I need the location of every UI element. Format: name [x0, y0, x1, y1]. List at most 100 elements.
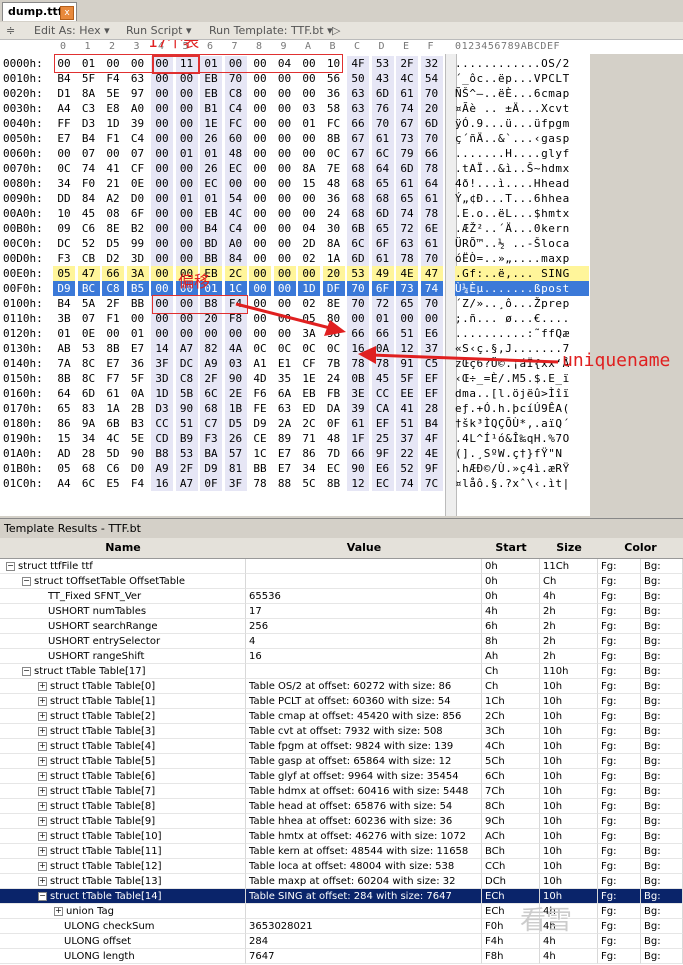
result-row[interactable]: USHORT numTables 17 4h 2h Fg: Bg: [0, 604, 683, 619]
result-name-text: struct tTable Table[1] [50, 696, 156, 707]
result-cell-name: + struct tTable Table[6] [0, 769, 246, 784]
result-cell-bg: Bg: [641, 559, 683, 574]
expand-icon[interactable]: + [38, 877, 47, 886]
run-play-icon[interactable]: ▷ [332, 24, 340, 37]
result-cell-fg: Fg: [598, 589, 641, 604]
result-cell-fg: Fg: [598, 904, 641, 919]
expand-icon[interactable]: + [38, 817, 47, 826]
result-cell-fg: Fg: [598, 859, 641, 874]
result-name-text: struct tTable Table[17] [34, 666, 146, 677]
collapse-icon[interactable]: − [22, 667, 31, 676]
result-cell-size: 10h [540, 679, 598, 694]
result-name-text: USHORT numTables [48, 606, 147, 617]
result-row[interactable]: ULONG checkSum 3653028021 F0h 4h Fg: Bg: [0, 919, 683, 934]
result-row[interactable]: + struct tTable Table[11] Table kern at of… [0, 844, 683, 859]
result-cell-fg: Fg: [598, 664, 641, 679]
result-row[interactable]: + struct tTable Table[2] Table cmap at off… [0, 709, 683, 724]
column-header-color[interactable]: Color [598, 538, 683, 559]
result-name-text: USHORT searchRange [48, 621, 158, 632]
result-row[interactable]: + struct tTable Table[13] Table maxp at of… [0, 874, 683, 889]
result-row[interactable]: + union Tag ECh 4h Fg: Bg: [0, 904, 683, 919]
result-cell-name: − struct tTable Table[14] [0, 889, 246, 904]
result-row[interactable]: + struct tTable Table[4] Table fpgm at off… [0, 739, 683, 754]
result-row[interactable]: + struct tTable Table[10] Table hmtx at of… [0, 829, 683, 844]
result-cell-start: CCh [482, 859, 540, 874]
result-cell-name: + struct tTable Table[1] [0, 694, 246, 709]
collapse-icon[interactable]: − [38, 892, 47, 901]
column-header-name[interactable]: Name [0, 538, 247, 559]
result-row[interactable]: USHORT rangeShift 16 Ah 2h Fg: Bg: [0, 649, 683, 664]
expand-icon[interactable]: + [38, 727, 47, 736]
expand-icon[interactable]: + [38, 832, 47, 841]
result-row[interactable]: − struct tTable Table[17] Ch 110h Fg: Bg: [0, 664, 683, 679]
result-name-text: struct ttfFile ttf [18, 561, 93, 572]
collapse-icon[interactable]: ≑ [6, 24, 15, 37]
expand-icon[interactable]: + [54, 907, 63, 916]
result-row[interactable]: USHORT entrySelector 4 8h 2h Fg: Bg: [0, 634, 683, 649]
result-cell-size: 4h [540, 949, 598, 964]
expand-icon[interactable]: + [38, 862, 47, 871]
result-cell-value: Table hdmx at offset: 60416 with size: 5… [246, 784, 482, 799]
column-header-size[interactable]: Size [540, 538, 599, 559]
result-cell-size: 10h [540, 799, 598, 814]
result-row[interactable]: + struct tTable Table[0] Table OS/2 at off… [0, 679, 683, 694]
column-header-value[interactable]: Value [246, 538, 483, 559]
result-cell-value [246, 559, 482, 574]
result-cell-start: F8h [482, 949, 540, 964]
result-row[interactable]: + struct tTable Table[12] Table loca at of… [0, 859, 683, 874]
result-row[interactable]: + struct tTable Table[8] Table head at off… [0, 799, 683, 814]
expand-icon[interactable]: + [38, 847, 47, 856]
result-row[interactable]: USHORT searchRange 256 6h 2h Fg: Bg: [0, 619, 683, 634]
result-row[interactable]: ULONG offset 284 F4h 4h Fg: Bg: [0, 934, 683, 949]
result-cell-fg: Fg: [598, 604, 641, 619]
expand-icon[interactable]: + [38, 787, 47, 796]
expand-icon[interactable]: + [38, 802, 47, 811]
result-row[interactable]: − struct tOffsetTable OffsetTable 0h Ch Fg: B… [0, 574, 683, 589]
expand-icon[interactable]: + [38, 772, 47, 781]
result-cell-size: 2h [540, 649, 598, 664]
result-row[interactable]: − struct ttfFile ttf 0h 11Ch Fg: Bg: [0, 559, 683, 574]
result-cell-bg: Bg: [641, 649, 683, 664]
expand-icon[interactable]: + [38, 757, 47, 766]
expand-icon[interactable]: + [38, 697, 47, 706]
expand-icon[interactable]: + [38, 712, 47, 721]
result-row[interactable]: − struct tTable Table[14] Table SING at of… [0, 889, 683, 904]
result-cell-start: Ah [482, 649, 540, 664]
result-cell-value: Table head at offset: 65876 with size: 5… [246, 799, 482, 814]
result-cell-size: 10h [540, 874, 598, 889]
result-row[interactable]: + struct tTable Table[7] Table hdmx at off… [0, 784, 683, 799]
result-cell-fg: Fg: [598, 919, 641, 934]
result-cell-start: 8h [482, 634, 540, 649]
run-script-dropdown[interactable]: Run Script ▾ [126, 24, 192, 37]
expand-icon[interactable]: + [38, 682, 47, 691]
result-cell-value [246, 664, 482, 679]
result-row[interactable]: TT_Fixed SFNT_Ver 65536 0h 4h Fg: Bg: [0, 589, 683, 604]
result-cell-fg: Fg: [598, 769, 641, 784]
result-cell-value: Table fpgm at offset: 9824 with size: 13… [246, 739, 482, 754]
result-cell-name: ULONG checkSum [0, 919, 246, 934]
result-row[interactable]: + struct tTable Table[1] Table PCLT at off… [0, 694, 683, 709]
run-template-dropdown[interactable]: Run Template: TTF.bt ▾ [209, 24, 333, 37]
expand-icon[interactable]: + [38, 742, 47, 751]
result-row[interactable]: + struct tTable Table[9] Table hhea at off… [0, 814, 683, 829]
result-cell-bg: Bg: [641, 619, 683, 634]
result-cell-fg: Fg: [598, 724, 641, 739]
result-row[interactable]: + struct tTable Table[3] Table cvt at offs… [0, 724, 683, 739]
result-name-text: struct tTable Table[14] [50, 891, 162, 902]
result-cell-value: 65536 [246, 589, 482, 604]
result-cell-fg: Fg: [598, 949, 641, 964]
result-cell-name: USHORT entrySelector [0, 634, 246, 649]
close-tab-icon[interactable]: x [60, 6, 74, 20]
edit-as-dropdown[interactable]: Edit As: Hex ▾ [34, 24, 110, 37]
result-row[interactable]: + struct tTable Table[5] Table gasp at off… [0, 754, 683, 769]
result-cell-start: 3Ch [482, 724, 540, 739]
result-row[interactable]: ULONG length 7647 F8h 4h Fg: Bg: [0, 949, 683, 964]
column-header-start[interactable]: Start [482, 538, 541, 559]
hex-editor[interactable]: 0123456789ABCDEF 0123456789ABCDEF 0000h:… [0, 40, 683, 516]
collapse-icon[interactable]: − [22, 577, 31, 586]
collapse-icon[interactable]: − [6, 562, 15, 571]
template-results-grid[interactable]: Name Value Start Size Color − struct ttfF… [0, 538, 683, 965]
result-row[interactable]: + struct tTable Table[6] Table glyf at off… [0, 769, 683, 784]
result-cell-size: 10h [540, 724, 598, 739]
document-tab[interactable]: dump.ttf x [2, 2, 77, 21]
